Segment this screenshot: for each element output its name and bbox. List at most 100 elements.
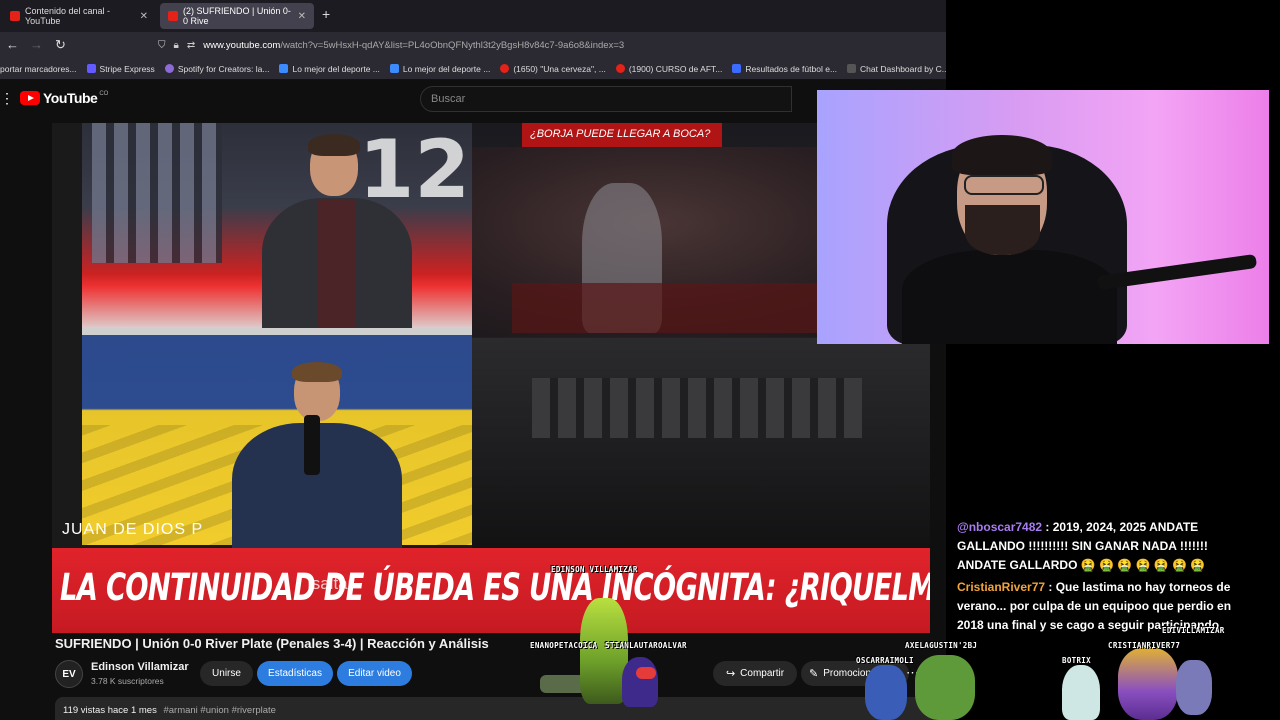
channel-name[interactable]: Edinson Villamizar: [91, 661, 189, 673]
calendar-icon: [732, 64, 742, 73]
youtube-favicon-icon: [168, 11, 178, 21]
shield-icon: ⛉: [158, 39, 166, 51]
crewmate-sprite: [622, 657, 658, 707]
overlay-username: ENANOPETACOICA: [530, 641, 598, 650]
streamer-beard: [965, 205, 1040, 255]
bookmark-label: (1900) CURSO de AFT...: [628, 63, 723, 74]
bookmark-label: Resultados de fútbol e...: [745, 63, 838, 74]
country-code: CO: [99, 91, 109, 97]
blue-character-sprite: [865, 665, 907, 720]
tab-video-active[interactable]: (2) SUFRIENDO | Unión 0-0 Rive ✕: [160, 3, 314, 29]
streamer-hair: [952, 135, 1052, 175]
overlay-username: EDIVILLAMIZAR: [1162, 626, 1225, 635]
bookmark-icon: [389, 64, 399, 73]
description-box[interactable]: 119 vistas hace 1 mes #armani #union #ri…: [55, 697, 935, 720]
bookmark-stripe[interactable]: Stripe Express: [86, 64, 155, 74]
overlay-username: STIANLAUTAROALVAR: [605, 641, 687, 650]
small-character-sprite: [1176, 660, 1212, 715]
share-label: Compartir: [740, 668, 785, 679]
reload-icon[interactable]: ↻: [55, 37, 66, 53]
spotify-icon: [164, 64, 174, 73]
tab-label: (2) SUFRIENDO | Unión 0-0 Rive: [183, 6, 291, 26]
stream-chat: @nboscar7482 : 2019, 2024, 2025 ANDATE G…: [957, 518, 1257, 638]
overlay-username: BOTRIX: [1062, 656, 1091, 665]
channel-avatar[interactable]: EV: [55, 660, 83, 688]
turtle-sprite: [915, 655, 975, 720]
close-tab-icon[interactable]: ✕: [140, 11, 148, 22]
video-title: SUFRIENDO | Unión 0-0 River Plate (Penal…: [55, 636, 489, 651]
chat-icon: [847, 64, 857, 73]
channel-row: EV Edinson Villamizar 3.78 K suscriptore…: [55, 659, 935, 689]
reporter: [232, 362, 402, 563]
back-arrow-icon[interactable]: ←: [6, 37, 19, 52]
edit-video-button[interactable]: Editar video: [337, 661, 412, 686]
headline-banner: LA CONTINUIDAD DE ÚBEDA ES UNA INCÓGNITA…: [52, 548, 930, 633]
new-tab-button[interactable]: +: [322, 6, 330, 22]
villain-sprite: [1118, 648, 1178, 720]
youtube-icon: [500, 64, 510, 73]
bookmark-label: Chat Dashboard by C...: [860, 63, 946, 74]
presenter: [262, 134, 412, 333]
forward-arrow-icon[interactable]: →: [30, 37, 43, 52]
glasses: [964, 175, 1044, 195]
video-player[interactable]: 12 JUAN DE DIOS P ¿BORJA PUEDE LLEGAR A …: [52, 123, 930, 633]
browser-window: Contenido del canal - YouTube ✕ (2) SUFR…: [0, 0, 946, 720]
url-path: /watch?v=5wHsxH-qdAY&list=PL4oObnQFNythl…: [280, 39, 625, 51]
bookmark-import[interactable]: portar marcadores...: [0, 64, 77, 74]
streamer-webcam: [817, 90, 1269, 344]
bookmark-resultados[interactable]: Resultados de fútbol e...: [732, 64, 837, 74]
youtube-logo[interactable]: YouTube CO: [20, 90, 108, 106]
overlay-username: OSCARRAIMOLI: [856, 656, 914, 665]
chat-message: @nboscar7482 : 2019, 2024, 2025 ANDATE G…: [957, 518, 1257, 575]
subscriber-count: 3.78 K suscriptores: [91, 676, 164, 686]
lower-third-name: JUAN DE DIOS P: [62, 521, 204, 538]
bookmark-spotify[interactable]: Spotify for Creators: la...: [164, 63, 270, 74]
url-domain: www.youtube.com: [203, 39, 281, 51]
bookmark-icon: [279, 64, 289, 73]
lock-icon: 🔒︎: [173, 39, 179, 51]
join-button[interactable]: Unirse: [200, 661, 253, 686]
screen: Contenido del canal - YouTube ✕ (2) SUFR…: [0, 0, 1280, 720]
overlay-username: AXELAGUSTIN'2BJ: [905, 641, 978, 650]
studio-background: [92, 123, 222, 263]
permissions-icon: ⇄: [186, 39, 196, 51]
close-tab-icon[interactable]: ✕: [298, 11, 306, 22]
bookmark-deporte-1[interactable]: Lo mejor del deporte ...: [279, 63, 380, 74]
bookmark-label: Lo mejor del deporte ...: [402, 63, 491, 74]
search-input[interactable]: Buscar: [420, 86, 792, 112]
menu-icon[interactable]: ⋮: [0, 90, 14, 107]
footage-caption: ¿BORJA PUEDE LLEGAR A BOCA?: [522, 123, 722, 147]
youtube-icon: [615, 64, 625, 73]
ghost-sprite: [1062, 665, 1100, 720]
bookmark-label: Spotify for Creators: la...: [177, 63, 270, 74]
stats-button[interactable]: Estadísticas: [257, 661, 333, 686]
video-meta: 119 vistas hace 1 mes: [63, 705, 157, 716]
tab-label: Contenido del canal - YouTube: [25, 6, 111, 26]
bookmark-cerveza[interactable]: (1650) "Una cerveza", ...: [500, 64, 606, 74]
chat-username: @nboscar7482: [957, 520, 1043, 534]
bookmark-deporte-2[interactable]: Lo mejor del deporte ...: [389, 63, 491, 74]
youtube-favicon-icon: [10, 11, 20, 21]
youtube-wordmark: YouTube: [43, 90, 98, 106]
hashtags[interactable]: #armani #union #riverplate: [163, 705, 275, 716]
studio-scene: 12: [82, 123, 472, 333]
stripe-icon: [86, 64, 96, 73]
stadium-scene: [82, 335, 472, 563]
share-button[interactable]: ↪ Compartir: [713, 661, 797, 686]
tab-channel-content[interactable]: Contenido del canal - YouTube ✕: [2, 3, 156, 29]
skip-label[interactable]: Isaltar: [307, 574, 353, 594]
bookmark-label: (1650) "Una cerveza", ...: [513, 63, 606, 74]
tab-bar: Contenido del canal - YouTube ✕ (2) SUFR…: [0, 0, 946, 32]
address-bar[interactable]: ⛉ 🔒︎ ⇄ www.youtube.com /watch?v=5wHsxH-q…: [158, 35, 946, 55]
bookmark-label: Lo mejor del deporte ...: [292, 63, 380, 74]
streamer-body: [902, 250, 1117, 344]
share-icon: ↪: [725, 668, 736, 680]
overlay-username: EDINSON VILLAMIZAR: [551, 565, 638, 574]
bookmark-curso[interactable]: (1900) CURSO de AFT...: [615, 63, 723, 74]
navigation-bar: ← → ↻ ⛉ 🔒︎ ⇄ www.youtube.com /watch?v=5w…: [0, 32, 946, 58]
bookmarks-bar: portar marcadores... Stripe Express Spot…: [0, 58, 946, 80]
chat-username: CristianRiver77: [957, 580, 1046, 594]
youtube-play-icon: [20, 91, 40, 105]
bookmark-chat-dashboard[interactable]: Chat Dashboard by C...: [847, 64, 946, 74]
youtube-header: ⋮ YouTube CO Buscar: [0, 80, 946, 118]
